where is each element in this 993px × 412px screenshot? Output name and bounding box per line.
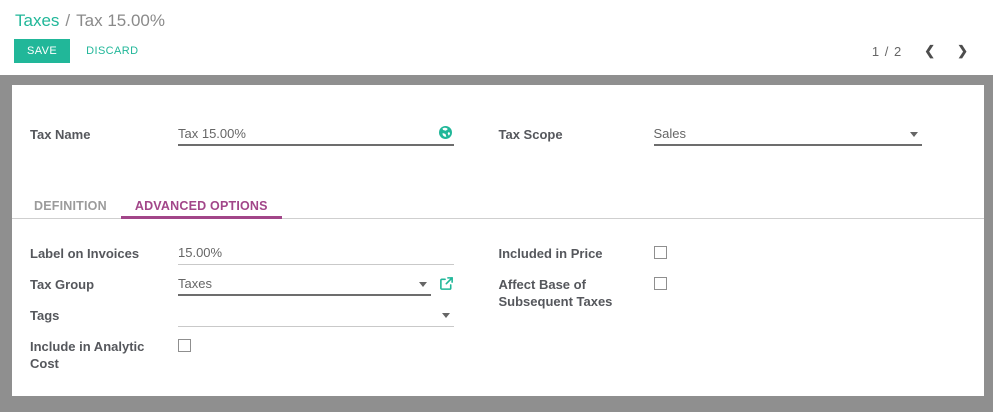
chevron-down-icon[interactable]	[419, 282, 427, 287]
tax-scope-label: Tax Scope	[499, 124, 654, 143]
tax-name-value[interactable]: Tax 15.00%	[178, 124, 454, 144]
tax-scope-row: Tax Scope Sales	[499, 124, 923, 146]
notebook-tabs: DEFINITION ADVANCED OPTIONS	[12, 193, 984, 219]
discard-button[interactable]: DISCARD	[86, 39, 138, 63]
tax-group-value[interactable]: Taxes	[178, 274, 431, 294]
tab-definition[interactable]: DEFINITION	[20, 193, 121, 218]
tax-scope-value[interactable]: Sales	[654, 124, 923, 144]
tab-advanced-options[interactable]: ADVANCED OPTIONS	[121, 193, 282, 218]
included-in-price-label: Included in Price	[499, 243, 654, 262]
included-in-price-row: Included in Price	[499, 243, 923, 265]
tax-group-select[interactable]: Taxes	[178, 274, 431, 296]
label-on-invoices-label: Label on Invoices	[30, 243, 178, 262]
tax-name-row: Tax Name Tax 15.00%	[30, 124, 454, 146]
chevron-down-icon[interactable]	[442, 313, 450, 318]
label-on-invoices-row: Label on Invoices 15.00%	[30, 243, 454, 265]
pager: 1 / 2 ❮ ❯	[872, 43, 968, 59]
form-canvas: Tax Name Tax 15.00%	[0, 75, 993, 412]
label-on-invoices-field[interactable]: 15.00%	[178, 243, 454, 265]
breadcrumb-separator: /	[59, 11, 76, 30]
breadcrumb-taxes-link[interactable]: Taxes	[15, 11, 59, 30]
chevron-down-icon[interactable]	[910, 132, 918, 137]
label-on-invoices-value[interactable]: 15.00%	[178, 243, 454, 263]
affect-base-checkbox[interactable]	[654, 277, 667, 290]
tax-name-label: Tax Name	[30, 124, 178, 143]
toolbar: SAVE DISCARD 1 / 2 ❮ ❯	[0, 39, 993, 63]
include-analytic-cost-label: Include in Analytic Cost	[30, 336, 178, 372]
include-analytic-cost-row: Include in Analytic Cost	[30, 336, 454, 372]
tax-scope-select[interactable]: Sales	[654, 124, 923, 146]
translate-globe-icon[interactable]	[439, 126, 452, 139]
tags-select[interactable]	[178, 305, 454, 327]
breadcrumb: Taxes/Tax 15.00%	[0, 0, 993, 32]
tax-name-field[interactable]: Tax 15.00%	[178, 124, 454, 146]
breadcrumb-current: Tax 15.00%	[76, 11, 165, 30]
tags-label: Tags	[30, 305, 178, 324]
pager-next-icon[interactable]: ❯	[957, 43, 968, 59]
save-button[interactable]: SAVE	[14, 39, 70, 63]
included-in-price-checkbox[interactable]	[654, 246, 667, 259]
affect-base-row: Affect Base of Subsequent Taxes	[499, 274, 923, 310]
affect-base-label: Affect Base of Subsequent Taxes	[499, 274, 654, 310]
tax-group-label: Tax Group	[30, 274, 178, 293]
include-analytic-cost-checkbox[interactable]	[178, 339, 191, 352]
pager-count: 1 / 2	[872, 44, 902, 59]
form-sheet: Tax Name Tax 15.00%	[12, 85, 984, 396]
tags-row: Tags	[30, 305, 454, 327]
tax-group-row: Tax Group Taxes	[30, 274, 454, 296]
control-panel: Taxes/Tax 15.00% SAVE DISCARD 1 / 2 ❮ ❯	[0, 0, 993, 75]
pager-prev-icon[interactable]: ❮	[924, 43, 935, 59]
external-link-icon[interactable]	[439, 276, 454, 291]
